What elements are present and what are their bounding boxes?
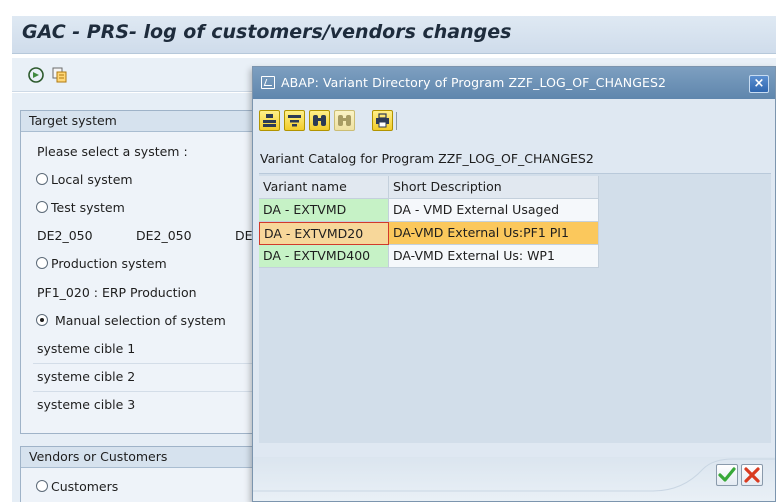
system-prompt: Please select a system :	[37, 144, 188, 159]
test-system-value-1: DE2_050	[37, 228, 93, 243]
local-system-radio[interactable]: Local system	[36, 172, 133, 187]
radio-selected-icon[interactable]	[36, 314, 48, 326]
vendors-customers-header: Vendors or Customers	[21, 447, 259, 468]
test-system-radio[interactable]: Test system	[36, 200, 125, 215]
customers-label: Customers	[51, 479, 119, 494]
target-system-header: Target system	[21, 111, 259, 132]
dialog-footer	[253, 457, 775, 501]
short-description-cell[interactable]: DA-VMD External Us: WP1	[389, 245, 599, 268]
close-button[interactable]: ×	[749, 75, 769, 93]
choose-icon[interactable]	[259, 110, 280, 131]
filter-icon[interactable]	[284, 110, 305, 131]
production-system-label: Production system	[51, 256, 167, 271]
test-system-label: Test system	[51, 200, 125, 215]
find-icon[interactable]	[309, 110, 330, 131]
window-title: GAC - PRS- log of customers/vendors chan…	[22, 21, 512, 43]
find-next-icon[interactable]	[334, 110, 355, 131]
radio-icon[interactable]	[36, 480, 48, 492]
production-system-radio[interactable]: Production system	[36, 256, 167, 271]
variants-icon[interactable]	[51, 66, 69, 84]
manual-selection-radio[interactable]: Manual selection of system	[36, 313, 226, 328]
checkmark-icon[interactable]	[716, 464, 738, 486]
cancel-x-icon[interactable]	[741, 464, 763, 486]
systeme-cible-1-label: systeme cible 1	[37, 341, 136, 356]
dialog-title-bar[interactable]: ABAP: Variant Directory of Program ZZF_L…	[253, 67, 775, 99]
test-system-value-2: DE2_050	[136, 228, 192, 243]
variant-name-cell[interactable]: DA - EXTVMD	[259, 199, 389, 222]
radio-icon[interactable]	[36, 173, 48, 185]
customers-radio[interactable]: Customers	[36, 479, 118, 494]
test-system-value-3: DE	[235, 228, 253, 243]
variant-table-area: Variant name Short Description DA - EXTV…	[259, 173, 771, 443]
print-icon[interactable]	[372, 110, 393, 131]
toolbar-separator	[396, 112, 397, 130]
dialog-title: ABAP: Variant Directory of Program ZZF_L…	[281, 75, 667, 90]
manual-selection-label: Manual selection of system	[54, 313, 226, 328]
variant-name-cell[interactable]: DA - EXTVMD20	[259, 222, 389, 245]
short-description-cell[interactable]: DA - VMD External Usaged	[389, 199, 599, 222]
column-header-short-description[interactable]: Short Description	[389, 176, 599, 199]
short-description-cell[interactable]: DA-VMD External Us:PF1 PI1	[389, 222, 599, 245]
local-system-label: Local system	[51, 172, 133, 187]
divider	[33, 363, 258, 364]
systeme-cible-3-label: systeme cible 3	[37, 397, 136, 412]
divider	[33, 391, 258, 392]
radio-icon[interactable]	[36, 257, 48, 269]
variant-catalog-label: Variant Catalog for Program ZZF_LOG_OF_C…	[260, 151, 594, 166]
window-icon	[261, 76, 275, 89]
execute-icon[interactable]	[27, 66, 45, 84]
variant-name-cell[interactable]: DA - EXTVMD400	[259, 245, 389, 268]
column-header-variant-name[interactable]: Variant name	[259, 176, 389, 199]
radio-icon[interactable]	[36, 201, 48, 213]
systeme-cible-2-label: systeme cible 2	[37, 369, 136, 384]
variant-directory-dialog: ABAP: Variant Directory of Program ZZF_L…	[252, 66, 776, 502]
production-system-value: PF1_020 : ERP Production	[37, 285, 197, 300]
